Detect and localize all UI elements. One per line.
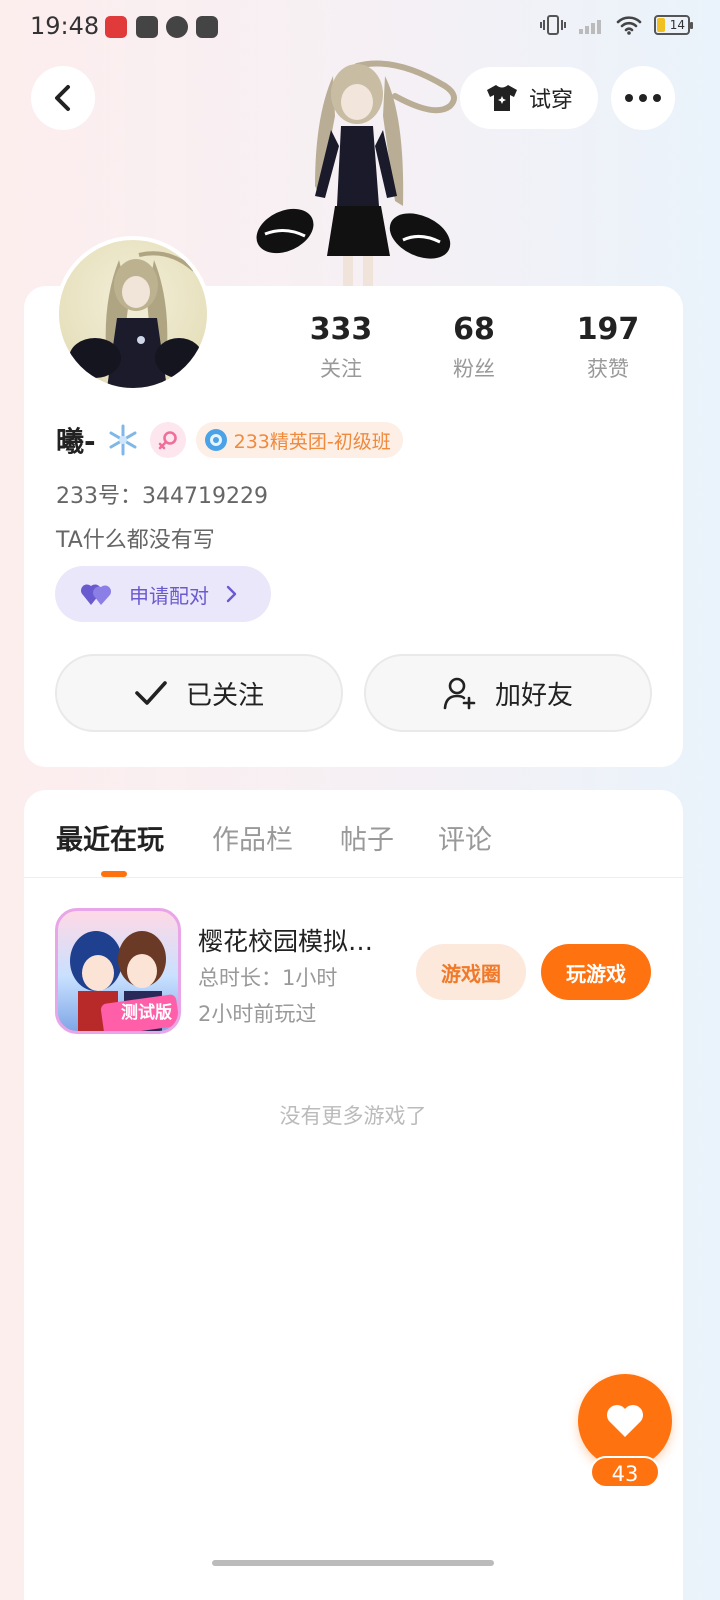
avatar-character [69,251,203,388]
followed-label: 已关注 [185,680,264,711]
battery-level: 14 [669,18,685,32]
chevron-right-icon [226,585,237,603]
badge-label: 233精英团-初级班 [233,430,391,453]
battery-icon: 14 [654,15,693,35]
game-last-played: 2小时前玩过 [198,1002,317,1026]
likes-count: 197 [576,312,640,347]
back-button[interactable] [31,66,95,130]
following-count: 333 [309,312,373,347]
snowflake-icon [109,424,137,456]
avatar-model[interactable] [245,56,475,288]
game-duration: 总时长：1小时 [198,966,338,990]
like-button[interactable] [578,1374,672,1468]
chevron-left-icon [55,85,70,111]
likes-label: 获赞 [587,357,629,381]
wifi-icon [616,16,642,35]
followed-button[interactable]: 已关注 [55,654,343,732]
notification-app-icon-3 [196,16,218,38]
following-label: 关注 [320,357,362,381]
game-icon[interactable]: 测试版 [55,908,181,1034]
fans-label: 粉丝 [453,357,495,381]
tab-works[interactable]: 作品栏 [212,818,293,857]
tab-posts[interactable]: 帖子 [340,818,394,857]
tab-recent-playing[interactable]: 最近在玩 [56,818,164,857]
user-bio: TA什么都没有写 [56,528,215,553]
more-icon [625,94,661,102]
add-friend-label: 加好友 [494,680,573,711]
double-heart-icon [81,584,112,605]
add-friend-button[interactable]: 加好友 [364,654,652,732]
apply-pair-button[interactable]: 申请配对 [55,566,271,622]
shield-badge-icon [204,429,227,451]
home-indicator[interactable] [212,1560,494,1566]
user-id: 233号：344719229 [56,484,268,509]
game-test-tag: 测试版 [121,1003,172,1023]
status-time: 19:48 [30,12,100,40]
try-on-label: 试穿 [528,88,573,113]
tiktok-icon [136,16,158,38]
user-name: 曦- [56,425,96,458]
signal-icon [579,20,601,34]
pair-label: 申请配对 [129,583,209,608]
notification-app-icon-1 [105,16,127,38]
name-row: 曦- 233精英团-初级班 [56,420,403,460]
user-avatar[interactable] [55,236,211,392]
try-on-button[interactable]: 试穿 [460,67,598,129]
game-title[interactable]: 樱花校园模拟… [198,922,398,958]
game-circle-button[interactable]: 游戏圈 [416,944,526,1000]
more-button[interactable] [611,66,675,130]
status-bar: 19:48 14 [0,0,720,56]
like-count: 43 [590,1456,660,1488]
tshirt-icon [486,85,517,111]
vibrate-icon [540,15,566,35]
heart-icon [607,1405,643,1437]
stat-fans[interactable]: 68 粉丝 [414,312,534,383]
check-icon [135,681,167,705]
stat-following[interactable]: 333 关注 [281,312,401,383]
gender-female-icon [149,422,186,458]
tab-comments[interactable]: 评论 [438,818,492,857]
stat-likes[interactable]: 197 获赞 [548,312,668,383]
no-more-games-text: 没有更多游戏了 [279,1104,427,1128]
notification-app-icon-2 [166,16,188,38]
play-game-button[interactable]: 玩游戏 [541,944,651,1000]
elite-team-badge[interactable]: 233精英团-初级班 [195,422,403,458]
fans-count: 68 [453,312,495,347]
tab-divider [24,877,683,878]
add-user-icon [443,677,476,710]
